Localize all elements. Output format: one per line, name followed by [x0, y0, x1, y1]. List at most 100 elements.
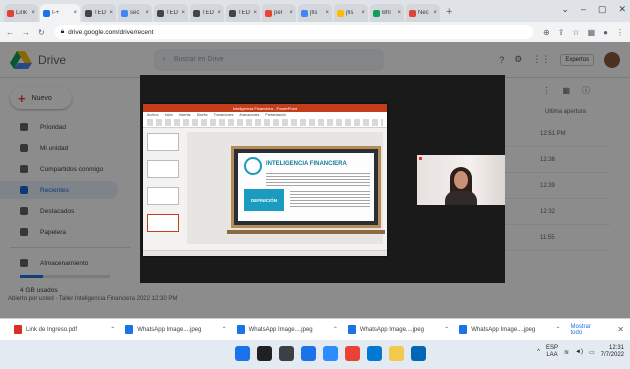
maximize-icon[interactable]: ▢	[598, 4, 607, 15]
chrome-icon[interactable]	[345, 346, 360, 361]
powerpoint-title: Inteligencia Financiera - PowerPoint	[143, 104, 387, 112]
ribbon-tab[interactable]: Inicio	[165, 113, 173, 117]
slide-canvas[interactable]: INTELIGENCIA FINANCIERA DEFINICIÓN	[187, 132, 385, 244]
mail-icon[interactable]	[367, 346, 382, 361]
reload-icon[interactable]: ↻	[38, 28, 45, 37]
tab-label: Nec	[418, 10, 429, 16]
ribbon-tabs: Archivo Inicio Insertar Diseño Transiciones A…	[147, 113, 286, 117]
download-item[interactable]: WhatsApp Image....jpeg ⌃	[459, 325, 560, 334]
task-view-icon[interactable]	[279, 346, 294, 361]
powerpoint-status-bar	[143, 250, 387, 256]
bulb-icon	[244, 157, 262, 175]
tab-label: sec	[130, 10, 140, 16]
tab-label: jfis	[310, 10, 318, 16]
close-icon[interactable]: ✕	[617, 325, 624, 334]
profile-icon[interactable]: ●	[603, 28, 608, 37]
download-item[interactable]: WhatsApp Image....jpeg ⌃	[236, 325, 338, 334]
slide-thumbnail[interactable]	[147, 160, 179, 178]
clock[interactable]: 12:31 7/7/2022	[601, 345, 624, 359]
chevron-up-icon[interactable]: ⌃	[222, 326, 227, 333]
tab-close-icon[interactable]: ×	[361, 10, 365, 16]
address-bar[interactable]: 🔒︎ drive.google.com/drive/recent	[54, 25, 534, 39]
clock-date: 7/7/2022	[600, 352, 624, 358]
ribbon-tab[interactable]: Transiciones	[214, 113, 234, 117]
browser-tab[interactable]: per ×	[262, 4, 296, 22]
tab-close-icon[interactable]: ×	[181, 10, 185, 16]
star-icon[interactable]: ☆	[572, 28, 579, 37]
ribbon-tab[interactable]: Archivo	[147, 113, 159, 117]
forward-icon[interactable]: →	[22, 28, 30, 37]
image-file-icon	[125, 325, 134, 334]
search-icon[interactable]	[257, 346, 272, 361]
browser-tab[interactable]: jfis ×	[334, 4, 368, 22]
tab-label: TED	[94, 10, 106, 16]
tab-close-icon[interactable]: ×	[145, 10, 149, 16]
slide-thumbnail[interactable]	[147, 187, 179, 205]
minimize-icon[interactable]: –	[581, 4, 586, 15]
browser-tab[interactable]: sec ×	[118, 4, 152, 22]
tab-close-icon[interactable]: ×	[253, 10, 257, 16]
browser-tab[interactable]: Nec ×	[406, 4, 440, 22]
windows-start-icon[interactable]	[235, 346, 250, 361]
zoom-icon[interactable]: ⊕	[543, 28, 550, 37]
input-language[interactable]: ESP LAA	[546, 345, 558, 359]
chevron-down-icon[interactable]: ⌄	[561, 4, 569, 15]
extensions-icon[interactable]: ▦	[588, 28, 596, 37]
close-icon[interactable]: ✕	[618, 4, 626, 15]
ribbon-tools	[147, 119, 383, 126]
download-name: WhatsApp Image....jpeg	[471, 326, 536, 333]
chevron-up-icon[interactable]: ⌃	[110, 326, 115, 333]
download-name: WhatsApp Image....jpeg	[248, 326, 313, 333]
tab-label: Bhl	[382, 10, 391, 16]
chevron-up-icon[interactable]: ⌃	[333, 326, 338, 333]
file-explorer-icon[interactable]	[389, 346, 404, 361]
download-name: WhatsApp Image....jpeg	[137, 326, 202, 333]
definition-label: DEFINICIÓN	[244, 189, 284, 211]
ribbon-tab[interactable]: Insertar	[179, 113, 191, 117]
browser-tab[interactable]: TED ×	[190, 4, 224, 22]
browser-tab[interactable]: TED ×	[82, 4, 116, 22]
tab-close-icon[interactable]: ×	[289, 10, 293, 16]
new-tab-button[interactable]: +	[446, 6, 452, 18]
address-text: drive.google.com/drive/recent	[68, 28, 154, 36]
widgets-icon[interactable]	[301, 346, 316, 361]
browser-tab[interactable]: jfis ×	[298, 4, 332, 22]
tab-favicon-icon	[121, 9, 128, 17]
battery-icon[interactable]: ▭	[589, 349, 595, 356]
wifi-icon[interactable]: ≋	[564, 349, 569, 356]
ribbon-tab[interactable]: Diseño	[197, 113, 208, 117]
slide-thumbnail[interactable]	[147, 133, 179, 151]
download-item[interactable]: WhatsApp Image....jpeg ⌃	[347, 325, 449, 334]
download-item[interactable]: WhatsApp Image....jpeg ⌃	[125, 325, 227, 334]
tab-close-icon[interactable]: ×	[433, 10, 437, 16]
chevron-up-icon[interactable]: ⌃	[444, 326, 449, 333]
tab-close-icon[interactable]: ×	[217, 10, 221, 16]
browser-tab[interactable]: TED ×	[226, 4, 260, 22]
slide-heading: INTELIGENCIA FINANCIERA	[266, 161, 347, 167]
image-file-icon	[236, 325, 245, 334]
chevron-up-icon[interactable]: ^	[537, 349, 540, 355]
browser-tab[interactable]: I-+ ×	[40, 4, 80, 22]
show-all-downloads-button[interactable]: Mostrar todo	[570, 324, 603, 336]
volume-icon[interactable]: ◄)	[575, 349, 583, 355]
menu-icon[interactable]: ⋮	[616, 28, 624, 37]
zoom-icon[interactable]	[323, 346, 338, 361]
tab-close-icon[interactable]: ×	[109, 10, 113, 16]
chalkboard-frame: INTELIGENCIA FINANCIERA DEFINICIÓN	[231, 146, 381, 228]
tab-close-icon[interactable]: ×	[325, 10, 329, 16]
tab-close-icon[interactable]: ×	[31, 10, 35, 16]
browser-tab[interactable]: Lirik ×	[4, 4, 38, 22]
chevron-up-icon[interactable]: ⌃	[555, 326, 560, 333]
tab-close-icon[interactable]: ×	[397, 10, 401, 16]
slide-paragraph	[266, 173, 370, 187]
browser-tab[interactable]: Bhl ×	[370, 4, 404, 22]
ribbon-tab[interactable]: Animaciones	[239, 113, 259, 117]
share-icon[interactable]: ⇪	[558, 28, 565, 37]
slide-thumbnail-selected[interactable]	[147, 214, 179, 232]
ribbon-tab[interactable]: Presentación	[265, 113, 285, 117]
store-icon[interactable]	[411, 346, 426, 361]
download-item[interactable]: Link de Ingreso.pdf ⌃	[14, 325, 115, 334]
browser-tab[interactable]: TED ×	[154, 4, 188, 22]
tab-close-icon[interactable]: ×	[73, 10, 77, 16]
back-icon[interactable]: ←	[6, 28, 14, 37]
